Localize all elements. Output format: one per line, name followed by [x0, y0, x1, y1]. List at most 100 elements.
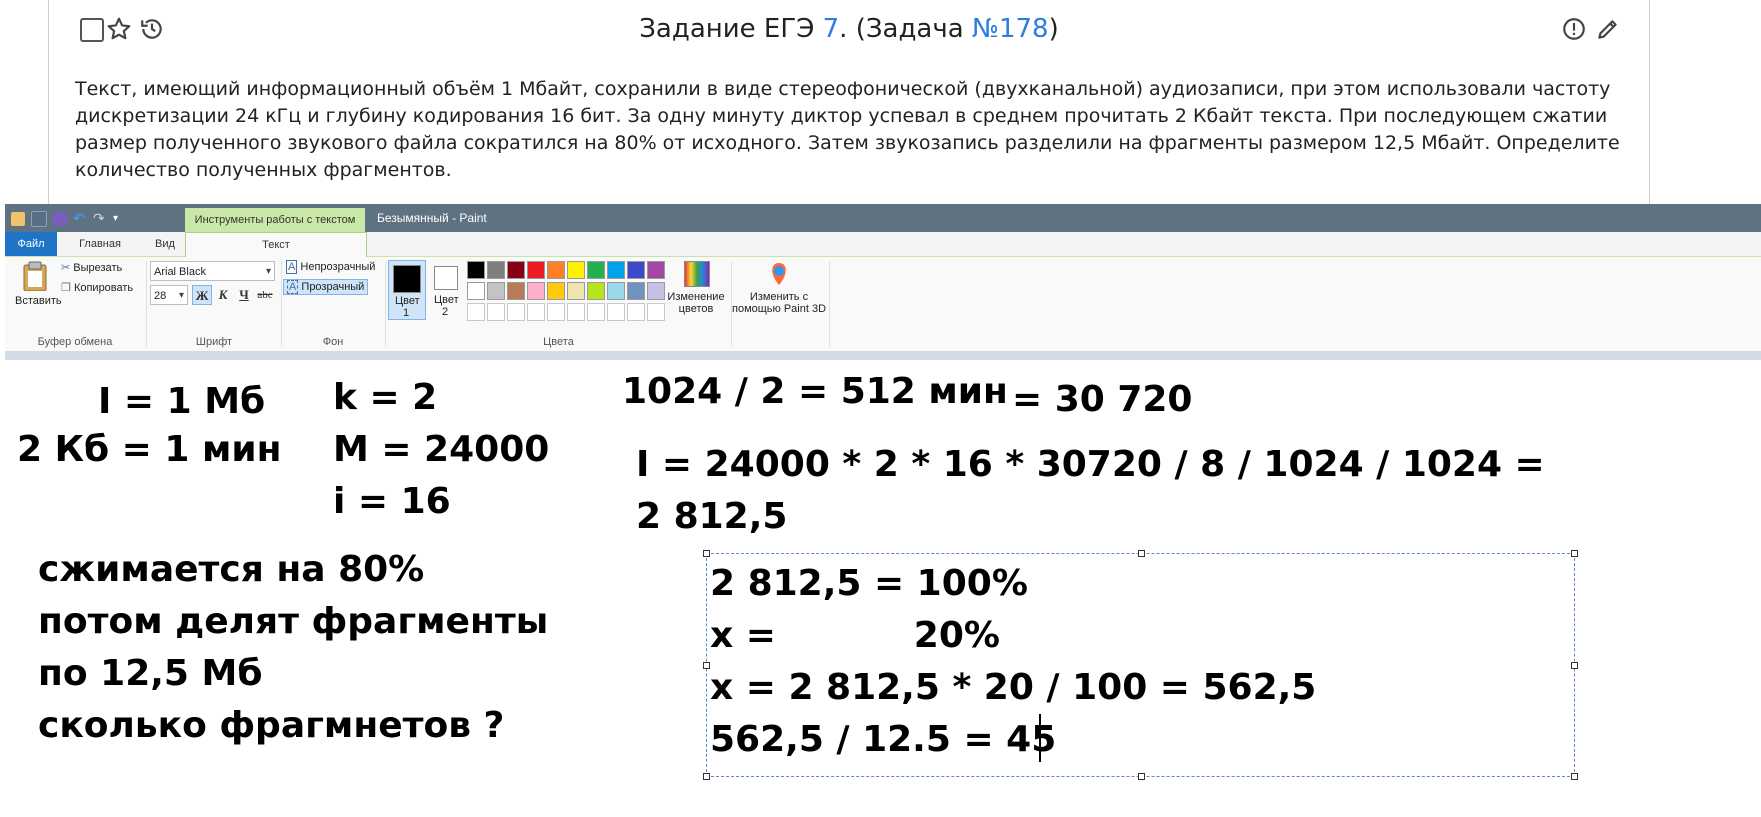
condition-question: сколько фрагмнетов ? [38, 705, 505, 746]
custom-color-slot[interactable] [627, 303, 645, 321]
colors-group-label: Цвета [543, 336, 574, 348]
copy-label: Копировать [73, 282, 134, 294]
condition-split: потом делят фрагменты [38, 601, 549, 642]
italic-button[interactable]: К [213, 285, 233, 305]
palette-swatch[interactable] [467, 261, 485, 279]
palette-swatch[interactable] [587, 261, 605, 279]
paste-button[interactable]: Вставить [13, 261, 62, 311]
title-mid: . (Задача [839, 14, 972, 44]
custom-color-slot[interactable] [647, 303, 665, 321]
color2-label: Цвет [434, 294, 459, 306]
tab-text[interactable]: Текст [185, 232, 367, 257]
undo-icon[interactable]: ↶ [73, 212, 87, 226]
resize-handle[interactable] [703, 550, 710, 557]
paint-app-icon[interactable] [11, 212, 25, 226]
font-family-select[interactable]: Arial Black [150, 261, 275, 282]
palette-swatch[interactable] [527, 282, 545, 300]
palette-swatch[interactable] [527, 261, 545, 279]
underline-button[interactable]: Ч [234, 285, 254, 305]
title-bar: ↶ ↷ ▾ Инструменты работы с текстом Безым… [5, 204, 1761, 232]
resize-handle[interactable] [1138, 550, 1145, 557]
palette-swatch[interactable] [607, 282, 625, 300]
color1-button[interactable]: Цвет 1 [388, 260, 426, 320]
customize-qat-icon[interactable]: ▾ [113, 212, 127, 226]
palette-swatch[interactable] [647, 282, 665, 300]
palette-swatch[interactable] [607, 261, 625, 279]
ribbon-tabs: Файл Главная Вид Текст [5, 232, 1761, 257]
resize-handle[interactable] [703, 773, 710, 780]
redo-icon[interactable]: ↷ [93, 212, 107, 226]
palette-swatch[interactable] [547, 282, 565, 300]
title-prefix: Задание ЕГЭ [639, 14, 823, 44]
tab-view[interactable]: Вид [143, 232, 187, 256]
custom-color-slot[interactable] [587, 303, 605, 321]
color1-label: Цвет [395, 295, 420, 307]
fragments-answer: 562,5 / 12.5 = 45 [710, 719, 1057, 760]
save-icon[interactable] [53, 212, 67, 226]
color1-swatch [393, 265, 421, 293]
edit-colors-line2: цветов [678, 303, 714, 315]
separator [385, 261, 386, 347]
opaque-label: Непрозрачный [300, 261, 376, 273]
palette-swatch[interactable] [547, 261, 565, 279]
custom-color-slot[interactable] [547, 303, 565, 321]
text-caret [1039, 714, 1041, 762]
paint3d-button[interactable]: Изменить с помощью Paint 3D [732, 261, 826, 319]
resize-handle[interactable] [1138, 773, 1145, 780]
custom-color-slot[interactable] [567, 303, 585, 321]
tab-file[interactable]: Файл [5, 232, 57, 256]
condition-compress: сжимается на 80% [38, 549, 425, 590]
color2-button[interactable]: Цвет 2 [428, 260, 464, 318]
palette-swatch[interactable] [567, 261, 585, 279]
volume-result: 2 812,5 [636, 496, 788, 537]
resize-handle[interactable] [703, 662, 710, 669]
condition-size: по 12,5 Мб [38, 653, 263, 694]
copy-button[interactable]: ❐ Копировать [61, 281, 133, 294]
edit-icon[interactable] [1595, 16, 1621, 42]
palette-swatch[interactable] [467, 282, 485, 300]
proportion-line3: x = 2 812,5 * 20 / 100 = 562,5 [710, 667, 1317, 708]
custom-color-slot[interactable] [607, 303, 625, 321]
edit-colors-button[interactable]: Изменение цветов [665, 261, 727, 319]
cut-label: Вырезать [73, 262, 123, 274]
color2-number: 2 [442, 306, 449, 318]
cut-button[interactable]: ✂ Вырезать [61, 261, 122, 274]
custom-color-slot[interactable] [507, 303, 525, 321]
window-title: Безымянный - Paint [377, 211, 487, 225]
palette-swatch[interactable] [587, 282, 605, 300]
ribbon: Вставить ✂ Вырезать ❐ Копировать Буфер о… [5, 257, 1761, 352]
task-id-link[interactable]: №178 [972, 14, 1049, 44]
palette-swatch[interactable] [627, 282, 645, 300]
paint3d-line1: Изменить с [749, 291, 809, 303]
edit-colors-line1: Изменение [667, 291, 725, 303]
palette-swatch[interactable] [567, 282, 585, 300]
palette-swatch[interactable] [647, 261, 665, 279]
quick-access-toolbar: ↶ ↷ ▾ [11, 210, 127, 228]
separator [146, 261, 147, 347]
palette-swatch[interactable] [487, 261, 505, 279]
resize-handle[interactable] [1571, 550, 1578, 557]
palette-swatch[interactable] [507, 282, 525, 300]
transparent-button[interactable]: A Прозрачный [283, 279, 369, 295]
proportion-line2: x = 20% [710, 615, 1000, 656]
palette-swatch[interactable] [507, 261, 525, 279]
palette-swatch[interactable] [487, 282, 505, 300]
palette-swatch[interactable] [627, 261, 645, 279]
font-size-select[interactable]: 28 [150, 285, 188, 306]
scissors-icon: ✂ [61, 262, 71, 274]
custom-color-slot[interactable] [527, 303, 545, 321]
strikethrough-button[interactable]: abc [255, 285, 275, 305]
custom-color-slot[interactable] [487, 303, 505, 321]
task-number-link[interactable]: 7 [823, 14, 840, 44]
opaque-button[interactable]: A Непрозрачный [286, 260, 376, 274]
resize-handle[interactable] [1571, 773, 1578, 780]
report-icon[interactable] [1561, 16, 1587, 42]
opaque-icon: A [286, 260, 298, 274]
paint3d-line2: помощью Paint 3D [732, 303, 827, 315]
seconds-calc: = 30 720 [1012, 379, 1193, 420]
bold-button[interactable]: Ж [192, 285, 212, 305]
resize-handle[interactable] [1571, 662, 1578, 669]
custom-color-slot[interactable] [467, 303, 485, 321]
color-palette [467, 261, 667, 323]
tab-home[interactable]: Главная [65, 232, 135, 256]
